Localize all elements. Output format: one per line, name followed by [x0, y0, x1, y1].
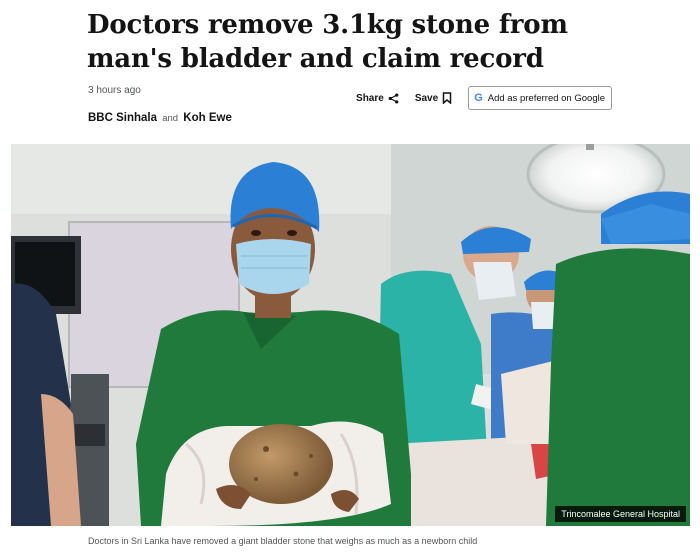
article-headline: Doctors remove 3.1kg stone from man's bl… [87, 10, 568, 74]
photo-caption: Doctors in Sri Lanka have removed a gian… [88, 536, 478, 546]
article-actions: Share Save G Add as preferred on Google [356, 86, 612, 110]
google-preferred-button[interactable]: G Add as preferred on Google [468, 86, 612, 110]
photo-credit: Trincomalee General Hospital [555, 506, 686, 522]
share-label: Share [356, 92, 384, 104]
author-separator: and [162, 113, 179, 124]
bookmark-icon [442, 92, 452, 104]
author-link[interactable]: Koh Ewe [183, 112, 232, 124]
google-g-icon: G [474, 92, 483, 104]
share-button[interactable]: Share [356, 93, 399, 104]
author-link[interactable]: BBC Sinhala [88, 112, 157, 124]
article-photo: Trincomalee General Hospital [11, 144, 690, 526]
surgery-photo [11, 144, 690, 526]
save-button[interactable]: Save [415, 92, 452, 104]
save-label: Save [414, 92, 439, 104]
share-icon [388, 92, 399, 104]
byline: BBC Sinhala and Koh Ewe [88, 112, 232, 124]
google-preferred-label: Add as preferred on Google [487, 92, 605, 104]
timestamp: 3 hours ago [88, 85, 141, 96]
